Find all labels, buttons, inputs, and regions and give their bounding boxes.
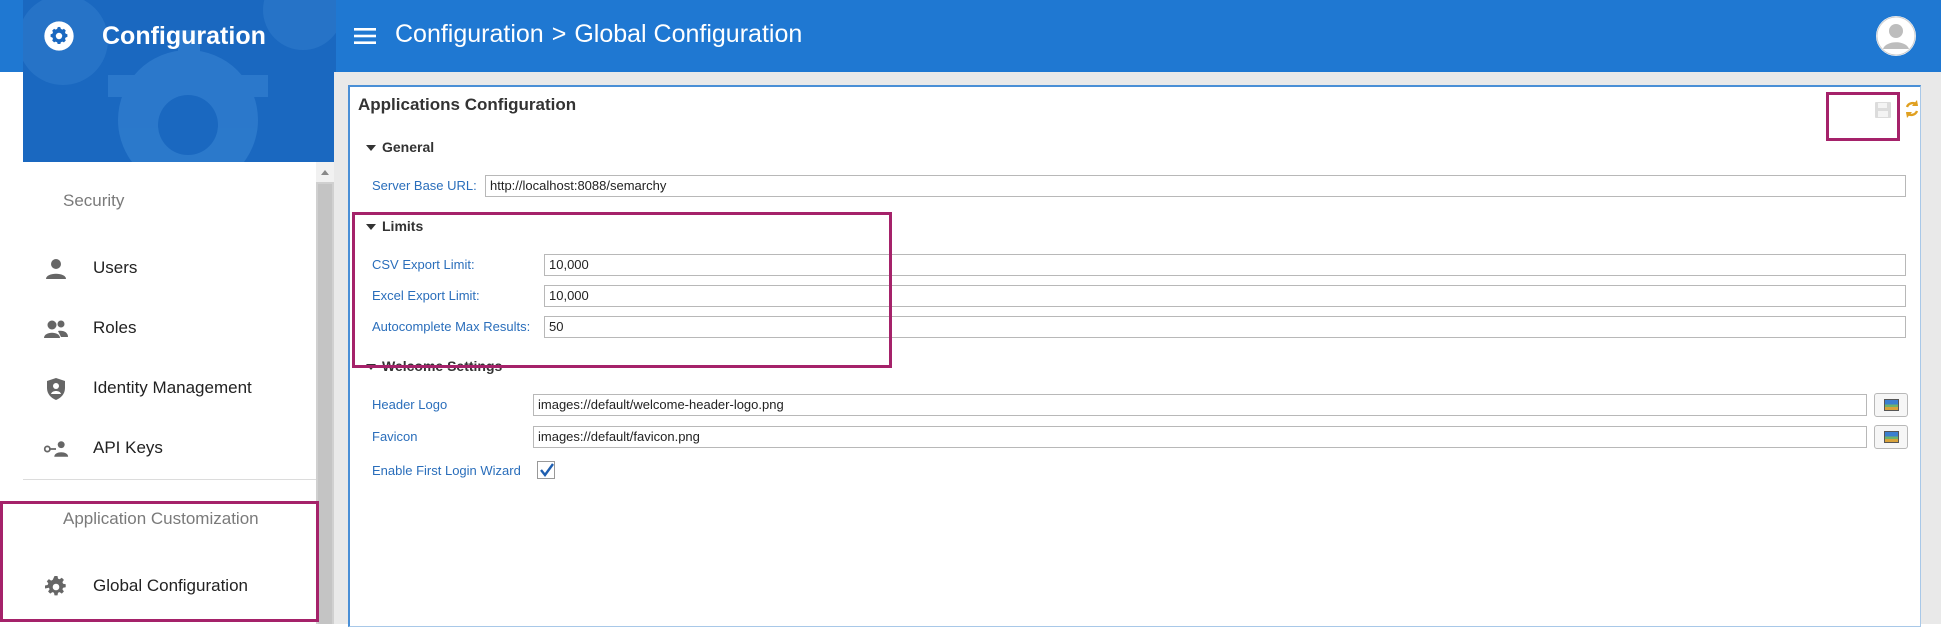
sidebar-item-label: Users [93,258,138,277]
people-icon [44,320,68,338]
breadcrumb-global-configuration: Global Configuration [574,20,803,48]
app-title: Configuration [102,22,266,50]
header-logo-label: Header Logo [372,397,448,412]
sidebar-section-security: Security [63,191,125,210]
server-base-url-label: Server Base URL: [372,178,477,193]
sidebar-item-label: Roles [93,318,137,337]
sidebar-item-roles[interactable]: Roles [23,304,316,354]
shield-icon [47,378,65,400]
highlight-limits-section [352,212,892,368]
collapse-triangle-icon [366,145,376,152]
person-icon [46,259,66,279]
user-avatar[interactable] [1876,16,1916,56]
refresh-icon[interactable] [1903,99,1921,119]
server-base-url-input[interactable]: http://localhost:8088/semarchy [485,175,1906,197]
enable-first-login-wizard-checkbox[interactable] [537,461,555,479]
scroll-up-arrow-icon[interactable] [316,162,334,182]
panel-title: Applications Configuration [358,95,577,114]
favicon-browse-button[interactable] [1874,425,1908,449]
checkmark-icon [540,463,554,477]
image-icon [1884,399,1899,411]
brand-header: Configuration [23,0,336,162]
header-logo-input[interactable]: images://default/welcome-header-logo.png [533,394,1867,416]
highlight-save-area [1826,92,1900,141]
breadcrumb: Configuration > Global Configuration [395,20,802,49]
sidebar-divider [23,479,316,480]
sidebar-item-api-keys[interactable]: API Keys [23,424,316,474]
group-general-label: General [382,139,435,155]
sidebar-item-label: Identity Management [93,378,252,397]
favicon-input[interactable]: images://default/favicon.png [533,426,1867,448]
image-icon [1884,431,1899,443]
hamburger-menu-icon[interactable] [352,24,380,48]
breadcrumb-configuration[interactable]: Configuration [395,20,544,48]
sidebar-item-identity-management[interactable]: Identity Management [23,364,316,414]
header-logo-browse-button[interactable] [1874,393,1908,417]
key-person-icon [43,441,69,457]
scrollbar-thumb[interactable] [318,184,332,624]
sidebar-item-users[interactable]: Users [23,244,316,294]
favicon-label: Favicon [372,429,418,444]
sidebar-item-label: API Keys [93,438,163,457]
highlight-global-configuration [0,501,319,622]
group-general-header[interactable]: General [366,139,434,155]
enable-first-login-wizard-label: Enable First Login Wizard [372,463,521,478]
settings-gear-icon [44,21,74,51]
breadcrumb-separator: > [551,20,567,48]
